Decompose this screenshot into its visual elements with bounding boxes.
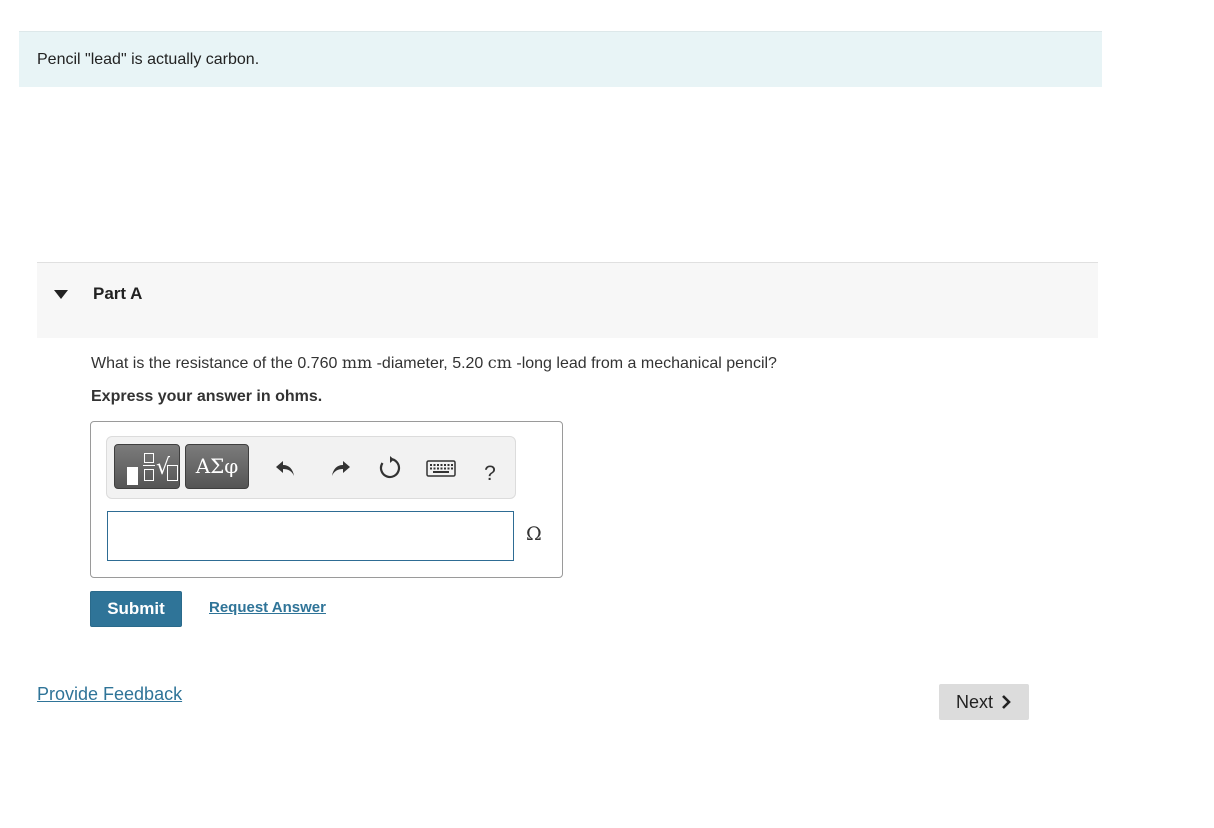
- question-part-2: -diameter, 5.20: [372, 355, 488, 372]
- redo-icon[interactable]: [327, 455, 353, 481]
- part-a-header[interactable]: Part A: [37, 262, 1098, 338]
- unit-ohm: Ω: [526, 523, 542, 545]
- part-title: Part A: [93, 284, 143, 303]
- greek-symbols-icon[interactable]: ΑΣφ: [185, 444, 249, 489]
- request-answer-link[interactable]: Request Answer: [209, 599, 326, 616]
- unit-mm: mm: [341, 353, 373, 372]
- question-part-1: What is the resistance of the 0.760: [91, 355, 342, 372]
- answer-instruction: Express your answer in ohms.: [91, 388, 323, 405]
- chevron-right-icon: [1002, 695, 1011, 709]
- answer-input[interactable]: [107, 511, 514, 561]
- keyboard-icon[interactable]: [426, 455, 456, 481]
- reset-icon[interactable]: [377, 455, 403, 481]
- math-toolbar: √ ΑΣφ ?: [106, 436, 516, 499]
- intro-text: Pencil "lead" is actually carbon.: [37, 51, 260, 68]
- problem-intro: Pencil "lead" is actually carbon.: [19, 31, 1102, 87]
- question-part-3: -long lead from a mechanical pencil?: [511, 355, 777, 372]
- unit-cm: cm: [487, 353, 512, 372]
- next-label: Next: [956, 692, 994, 712]
- answer-panel: √ ΑΣφ ? Ω: [90, 421, 563, 578]
- undo-icon[interactable]: [273, 455, 299, 481]
- help-icon[interactable]: ?: [481, 461, 499, 487]
- question-text: What is the resistance of the 0.760 mm -…: [91, 353, 777, 373]
- next-button[interactable]: Next: [939, 684, 1029, 720]
- collapse-caret-icon[interactable]: [54, 290, 68, 299]
- submit-button[interactable]: Submit: [90, 591, 182, 627]
- provide-feedback-link[interactable]: Provide Feedback: [37, 684, 182, 705]
- templates-icon[interactable]: √: [114, 444, 180, 489]
